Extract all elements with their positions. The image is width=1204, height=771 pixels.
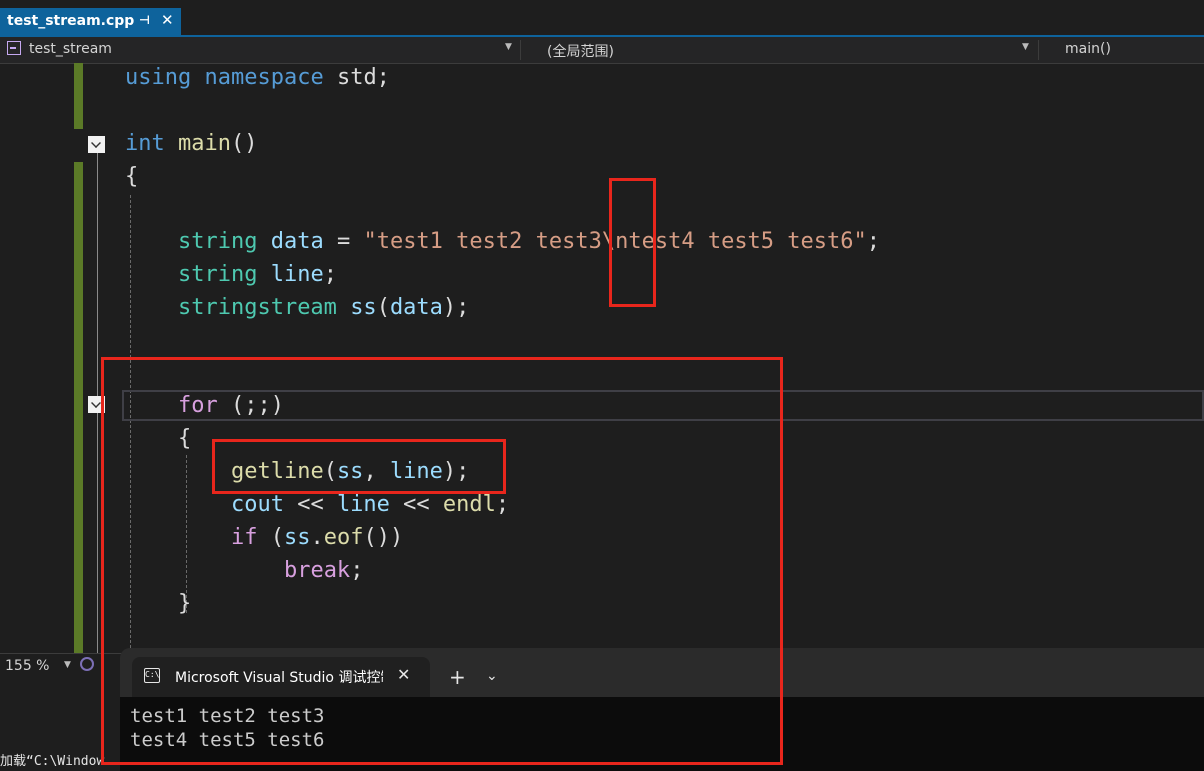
- zoom-level[interactable]: 155 %: [5, 658, 49, 674]
- code-line[interactable]: {: [125, 160, 138, 193]
- code-token: ss: [350, 295, 377, 320]
- code-token: int: [125, 131, 165, 156]
- code-token: stringstream: [177, 295, 337, 320]
- chevron-down-icon: ▼: [1022, 42, 1029, 52]
- change-marker: [74, 63, 83, 129]
- output-text: 加载“C:\Window: [0, 754, 105, 769]
- health-indicator-icon[interactable]: [80, 657, 94, 671]
- project-label: test_stream: [29, 41, 112, 57]
- code-line[interactable]: string data = "test1 test2 test3\ntest4 …: [125, 225, 880, 258]
- tab-test-stream-cpp[interactable]: test_stream.cpp ⊣ ✕: [0, 8, 181, 36]
- code-token: (: [376, 295, 390, 320]
- code-token: );: [442, 295, 470, 320]
- code-token: (): [230, 131, 258, 156]
- close-icon[interactable]: ✕: [161, 11, 174, 29]
- member-label: main(): [1065, 41, 1111, 57]
- project-dropdown[interactable]: test_stream ▼: [0, 37, 518, 63]
- highlight-box-loop-output: [101, 357, 783, 765]
- code-token: data: [270, 229, 324, 254]
- code-token: string: [177, 262, 258, 287]
- highlight-box-getline: [212, 439, 506, 494]
- project-icon: [7, 41, 21, 55]
- code-token: string: [177, 229, 258, 254]
- highlight-box-newline: [609, 178, 656, 307]
- member-dropdown[interactable]: main(): [1039, 37, 1204, 63]
- code-line[interactable]: using namespace std;: [125, 63, 390, 94]
- change-marker: [74, 162, 83, 653]
- scope-label: (全局范围): [547, 44, 614, 60]
- code-token: std;: [323, 65, 390, 90]
- scope-dropdown[interactable]: (全局范围) ▼: [521, 37, 1036, 63]
- chevron-down-icon[interactable]: ▼: [64, 660, 71, 670]
- code-token: {: [125, 164, 139, 189]
- collapse-main-icon[interactable]: [88, 136, 105, 153]
- chevron-down-icon: ▼: [505, 42, 512, 52]
- code-token: line: [270, 262, 324, 287]
- document-tab-bar: test_stream.cpp ⊣ ✕: [0, 0, 1204, 37]
- pin-icon[interactable]: ⊣: [139, 13, 150, 27]
- code-token: =: [323, 229, 364, 254]
- code-line[interactable]: stringstream ss(data);: [125, 291, 469, 324]
- code-token: namespace: [204, 65, 324, 90]
- navigation-bar: test_stream ▼ (全局范围) ▼ main(): [0, 37, 1204, 64]
- code-token: ;: [866, 229, 881, 254]
- code-token: main: [178, 131, 231, 156]
- code-token: data: [389, 295, 443, 320]
- code-token: using: [125, 65, 192, 90]
- tab-label: test_stream.cpp: [7, 13, 135, 29]
- code-line[interactable]: string line;: [125, 258, 337, 291]
- code-token: ;: [323, 262, 337, 287]
- code-line[interactable]: int main(): [125, 127, 257, 160]
